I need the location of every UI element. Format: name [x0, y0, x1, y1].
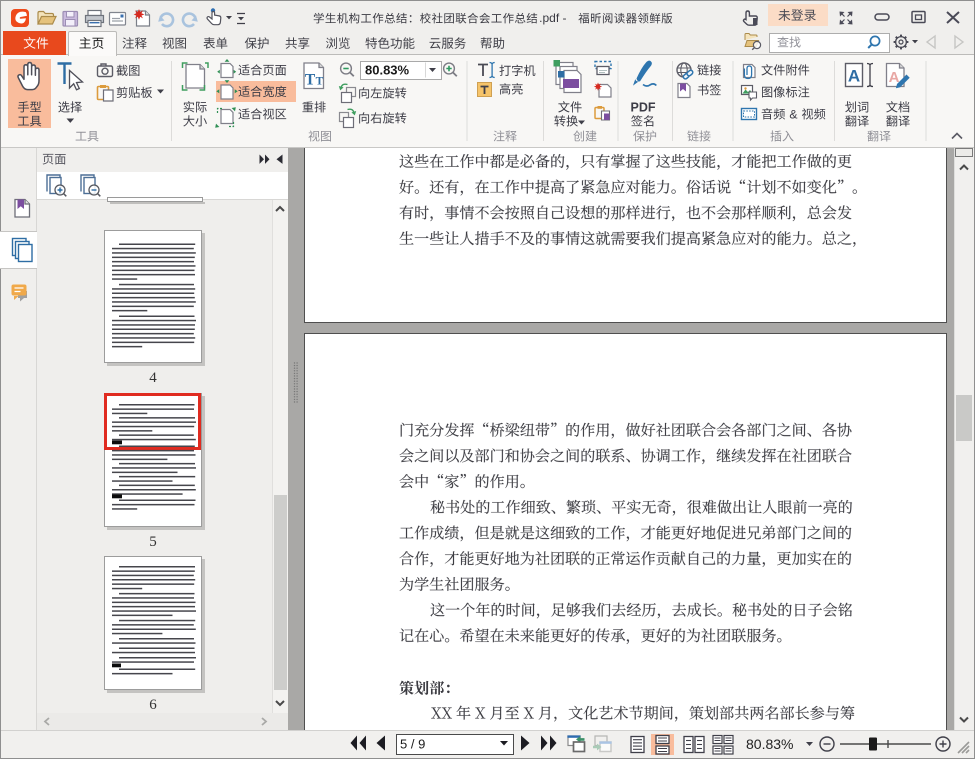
svg-text:4: 4	[149, 370, 157, 386]
svg-text:T: T	[316, 76, 324, 88]
svg-text:6: 6	[149, 697, 157, 713]
svg-text:80.83%: 80.83%	[746, 736, 793, 752]
svg-text:&: &	[789, 108, 797, 122]
svg-text:A: A	[848, 67, 860, 86]
svg-text:PDF: PDF	[631, 101, 656, 115]
svg-text:5: 5	[149, 534, 157, 550]
svg-text:T: T	[305, 72, 316, 89]
svg-text:.pdf -: .pdf -	[539, 11, 566, 25]
svg-text:5 / 9: 5 / 9	[400, 737, 425, 752]
svg-text:80.83%: 80.83%	[365, 63, 410, 78]
